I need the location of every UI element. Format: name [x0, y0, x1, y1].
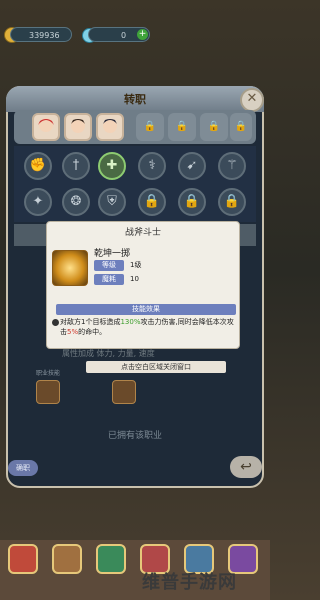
owned-status: 已拥有该职业: [107, 431, 162, 441]
job-shield-icon[interactable]: ⛨: [98, 188, 126, 216]
gem-value: 0: [121, 31, 127, 40]
popup-header: 战斧斗士: [124, 228, 161, 238]
job-lock-icon[interactable]: 🔒: [138, 188, 166, 216]
back-button[interactable]: ↩: [230, 456, 262, 478]
job-confirm-button[interactable]: 确职: [8, 460, 38, 476]
watermark: 维普手游网: [142, 572, 237, 593]
panel-title: 转职: [124, 93, 146, 106]
mana-tag: 魔耗: [94, 274, 124, 285]
effect-description: 对敌方1个目标造成130%攻击力伤害,同时会降低本次攻击5%的命中。: [60, 317, 236, 337]
character-portrait-icon: [71, 119, 85, 133]
job-bow-icon[interactable]: ➹: [178, 152, 206, 180]
add-gems-button[interactable]: +: [137, 29, 148, 40]
gold-counter: 339936: [10, 27, 72, 42]
job-skill-icon[interactable]: [112, 380, 136, 404]
job-staff-icon[interactable]: ⚕: [138, 152, 166, 180]
job-lock-icon[interactable]: 🔒: [218, 188, 246, 216]
level-tag: 等级: [94, 260, 124, 271]
job-ring-icon[interactable]: ❂: [62, 188, 90, 216]
effect-text-3: 的命中。: [78, 328, 107, 336]
job-shuriken-icon[interactable]: ✦: [24, 188, 52, 216]
nav-hero-icon[interactable]: [8, 544, 38, 574]
effect-damage-value: 130%: [120, 318, 141, 326]
job-skill-label: 职业技能: [36, 370, 61, 377]
locked-tab-5[interactable]: 🔒: [168, 113, 196, 141]
character-portrait-icon: [38, 118, 54, 132]
character-tab-2[interactable]: [64, 113, 92, 141]
locked-tab-4[interactable]: 🔒: [136, 113, 164, 141]
character-tab-3[interactable]: [96, 113, 124, 141]
close-button[interactable]: ✕: [240, 88, 264, 112]
skill-name: 乾坤一掷: [94, 249, 131, 259]
job-wand-icon[interactable]: ⚚: [218, 152, 246, 180]
locked-tab-7[interactable]: 🔒: [230, 113, 252, 141]
character-tab-1[interactable]: [32, 113, 60, 141]
attribute-bonus-text: 属性加成 体力, 力量, 速度: [62, 349, 155, 358]
nav-map-icon[interactable]: [96, 544, 126, 574]
effect-accuracy-value: 5%: [67, 328, 79, 336]
skill-burst-icon: [52, 250, 88, 286]
level-value: 1级: [130, 261, 142, 269]
gold-value: 339936: [29, 31, 60, 40]
job-fist-icon[interactable]: ✊: [24, 152, 52, 180]
job-cross-icon[interactable]: ✚: [98, 152, 126, 180]
effect-title: 技能效果: [56, 304, 236, 315]
locked-tab-6[interactable]: 🔒: [200, 113, 228, 141]
bullet-icon: [52, 319, 59, 326]
close-hint: 点击空白区域关闭窗口: [86, 361, 226, 373]
effect-text-1: 对敌方1个目标造成: [60, 318, 121, 326]
nav-bag-icon[interactable]: [52, 544, 82, 574]
top-bar: 339936 0 +: [0, 24, 270, 46]
job-skill-icon[interactable]: [36, 380, 60, 404]
mana-value: 10: [130, 275, 139, 283]
job-sword-icon[interactable]: †: [62, 152, 90, 180]
job-lock-icon[interactable]: 🔒: [178, 188, 206, 216]
character-portrait-icon: [103, 119, 117, 133]
